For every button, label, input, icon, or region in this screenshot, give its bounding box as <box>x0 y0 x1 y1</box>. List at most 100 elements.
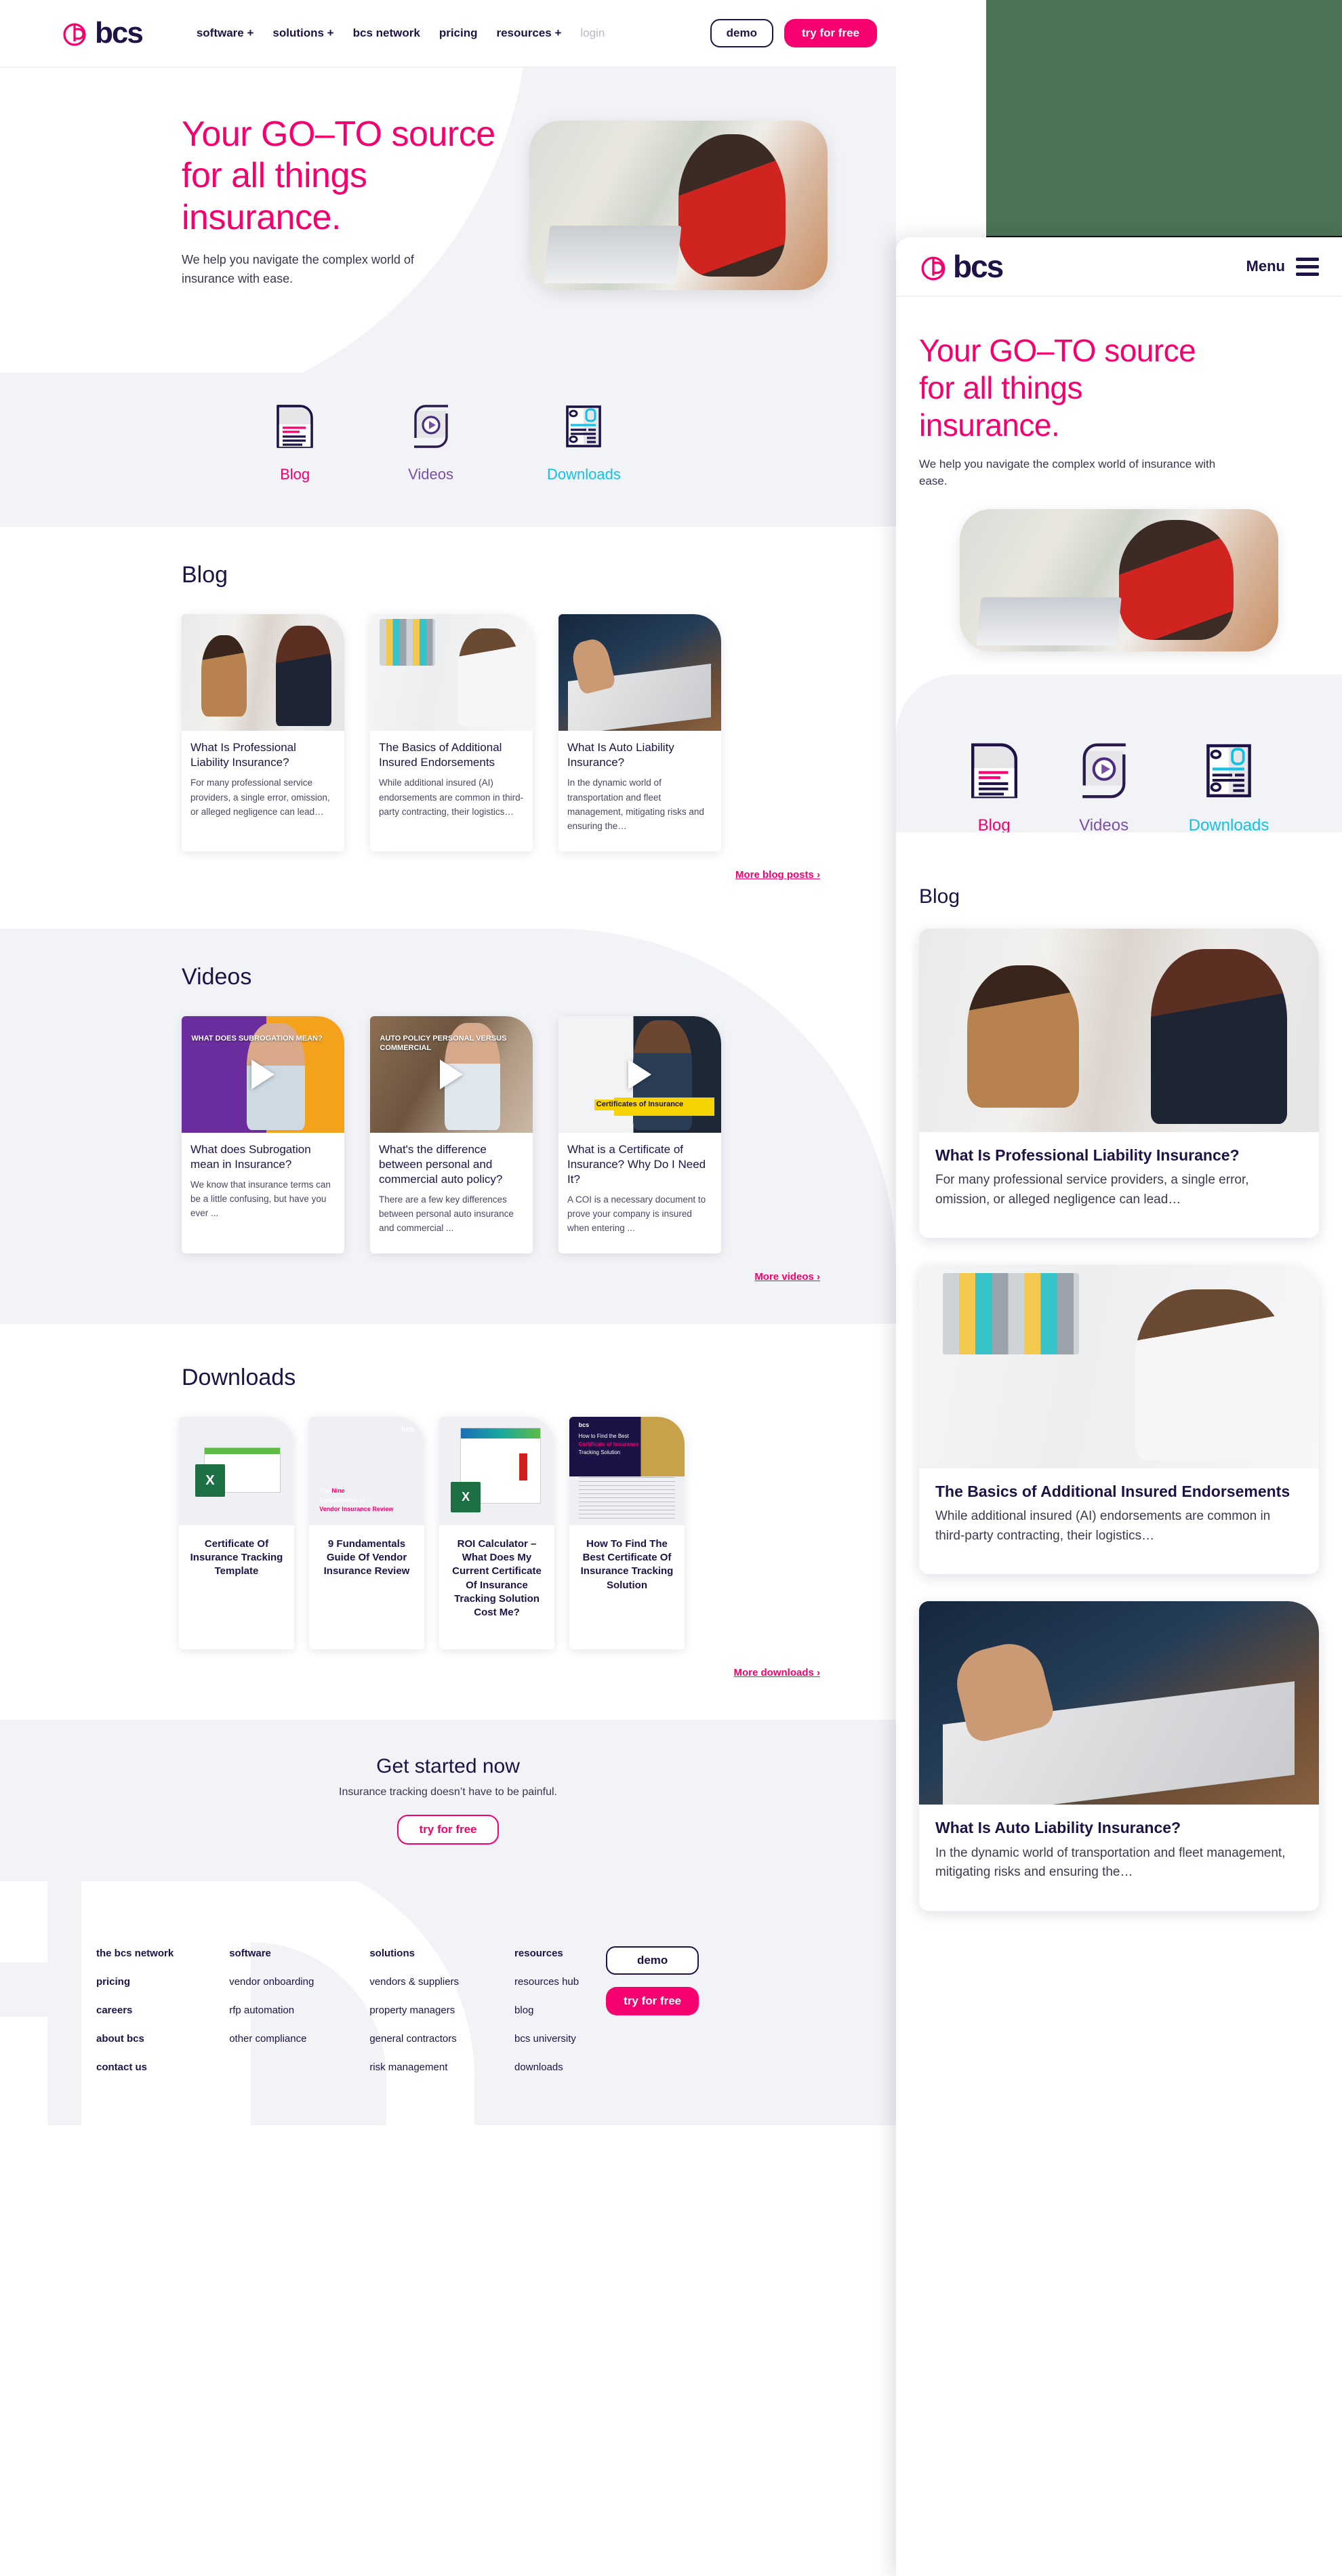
tab-blog[interactable]: Blog <box>275 404 314 483</box>
mobile-menu-button[interactable]: Menu <box>1246 257 1319 276</box>
nav-item-pricing[interactable]: pricing <box>439 26 478 40</box>
video-card[interactable]: AUTO POLICY PERSONAL VERSUS COMMERCIAL W… <box>370 1015 533 1253</box>
tab-downloads[interactable]: Downloads <box>547 404 621 483</box>
footer-link-general-contractors[interactable]: general contractors <box>369 2033 459 2045</box>
footer-link-bcs-university[interactable]: bcs university <box>514 2033 579 2045</box>
more-blog-posts-link[interactable]: More blog posts › <box>735 869 820 881</box>
footer-link-software[interactable]: software <box>229 1948 314 1959</box>
blog-card[interactable]: The Basics of Additional Insured Endorse… <box>370 614 533 851</box>
mobile-hero-section: Your GO–TO source for all things insuran… <box>896 297 1342 651</box>
hero-subtitle: We help you navigate the complex world o… <box>182 253 414 285</box>
cover-line-1: The <box>319 1487 332 1495</box>
more-videos-link[interactable]: More videos › <box>754 1271 820 1283</box>
footer-column-company: the bcs network pricing careers about bc… <box>96 1948 174 2073</box>
mobile-blog-card-title: The Basics of Additional Insured Endorse… <box>935 1483 1290 1500</box>
footer-link-risk-management[interactable]: risk management <box>369 2061 459 2073</box>
try-for-free-button[interactable]: try for free <box>784 19 877 47</box>
mobile-hero-curve <box>896 674 1342 736</box>
video-play-icon <box>411 404 451 452</box>
mobile-hero-title-line-2: for all things <box>919 370 1083 406</box>
footer-link-vendors-suppliers[interactable]: vendors & suppliers <box>369 1976 459 1988</box>
footer-link-rfp-automation[interactable]: rfp automation <box>229 2005 314 2016</box>
mobile-blog-card-image <box>919 928 1319 1132</box>
videos-heading: Videos <box>182 963 252 990</box>
play-icon <box>440 1059 463 1089</box>
blog-document-icon <box>969 742 1019 803</box>
mobile-menu-label: Menu <box>1246 258 1285 275</box>
footer-link-property-managers[interactable]: property managers <box>369 2005 459 2016</box>
footer-link-resources-hub[interactable]: resources hub <box>514 1976 579 1988</box>
video-card[interactable]: Certificates of Insurance What is a Cert… <box>558 1015 721 1253</box>
download-card-cover: X <box>439 1416 554 1525</box>
download-card[interactable]: X ROI Calculator – What Does My Current … <box>439 1416 554 1650</box>
downloads-page-icon <box>1204 742 1254 803</box>
more-downloads-link[interactable]: More downloads › <box>734 1667 821 1678</box>
cover-logo: bcs <box>401 1425 414 1434</box>
play-icon <box>251 1059 274 1089</box>
footer-link-about-bcs[interactable]: about bcs <box>96 2033 174 2045</box>
mobile-bcs-logo[interactable]: bcs <box>919 249 1004 284</box>
tab-videos[interactable]: Videos <box>408 404 453 483</box>
primary-nav: software + solutions + bcs network prici… <box>197 26 605 40</box>
mobile-blog-card-excerpt: While additional insured (AI) endorsemen… <box>935 1509 1271 1543</box>
get-started-subtitle: Insurance tracking doesn’t have to be pa… <box>339 1786 557 1798</box>
cover-line-4: Vendor Insurance Review <box>319 1506 394 1513</box>
footer-column-software: software vendor onboarding rfp automatio… <box>229 1948 314 2073</box>
footer-link-the-bcs-network[interactable]: the bcs network <box>96 1948 174 1959</box>
video-card[interactable]: WHAT DOES SUBROGATION MEAN? What does Su… <box>182 1015 344 1253</box>
download-card-title: ROI Calculator – What Does My Current Ce… <box>452 1537 542 1619</box>
blog-card-excerpt: While additional insured (AI) endorsemen… <box>379 778 524 817</box>
get-started-try-for-free-button[interactable]: try for free <box>397 1815 499 1845</box>
blog-card-title: The Basics of Additional Insured Endorse… <box>379 741 502 769</box>
mobile-tab-blog[interactable]: Blog <box>969 742 1019 835</box>
nav-item-resources[interactable]: resources + <box>496 26 561 40</box>
blog-card-image <box>370 614 533 731</box>
footer-link-vendor-onboarding[interactable]: vendor onboarding <box>229 1976 314 1988</box>
download-card-cover: bcs How to Find the Best Certificate of … <box>569 1416 685 1525</box>
downloads-card-list: X Certificate Of Insurance Tracking Temp… <box>0 1416 896 1650</box>
nav-item-login[interactable]: login <box>580 26 605 40</box>
nav-item-solutions[interactable]: solutions + <box>272 26 333 40</box>
mobile-blog-card[interactable]: What Is Professional Liability Insurance… <box>919 928 1319 1238</box>
blog-card-list: What Is Professional Liability Insurance… <box>0 614 896 851</box>
mobile-hero-title: Your GO–TO source for all things insuran… <box>919 332 1319 445</box>
footer-link-contact-us[interactable]: contact us <box>96 2061 174 2073</box>
mobile-blog-card[interactable]: The Basics of Additional Insured Endorse… <box>919 1265 1319 1575</box>
footer-try-for-free-button[interactable]: try for free <box>606 1987 699 2016</box>
desktop-page: bcs software + solutions + bcs network p… <box>0 0 896 2576</box>
download-card[interactable]: bcs How to Find the Best Certificate of … <box>569 1416 685 1650</box>
footer-link-solutions[interactable]: solutions <box>369 1948 459 1959</box>
mobile-tab-downloads[interactable]: Downloads <box>1189 742 1269 835</box>
footer-demo-button[interactable]: demo <box>606 1946 699 1975</box>
blog-card-title: What Is Professional Liability Insurance… <box>190 741 296 769</box>
footer-link-downloads[interactable]: downloads <box>514 2061 579 2073</box>
footer-link-other-compliance[interactable]: other compliance <box>229 2033 314 2045</box>
blog-card-image <box>558 614 721 731</box>
mobile-blog-card-image <box>919 1265 1319 1468</box>
site-header: bcs software + solutions + bcs network p… <box>0 0 896 68</box>
footer-link-pricing[interactable]: pricing <box>96 1976 174 1988</box>
cover-line-3: Fundamentals of <box>319 1496 365 1504</box>
hero-title-line-1: Your GO–TO source <box>182 115 495 154</box>
footer-link-resources[interactable]: resources <box>514 1948 579 1959</box>
blog-card[interactable]: What Is Professional Liability Insurance… <box>182 614 344 851</box>
downloads-heading: Downloads <box>182 1364 296 1390</box>
content-type-tabs: Blog Videos Downloads <box>0 373 896 527</box>
mobile-bcs-logo-text: bcs <box>953 249 1004 284</box>
mobile-tab-videos[interactable]: Videos <box>1079 742 1129 835</box>
download-card-title: 9 Fundamentals Guide Of Vendor Insurance… <box>323 1537 410 1577</box>
nav-item-bcs-network[interactable]: bcs network <box>353 26 420 40</box>
footer-link-careers[interactable]: careers <box>96 2005 174 2016</box>
blog-card-excerpt: In the dynamic world of transportation a… <box>567 778 704 832</box>
download-card[interactable]: bcs The Nine Fundamentals of Vendor Insu… <box>309 1416 424 1650</box>
nav-item-software[interactable]: software + <box>197 26 254 40</box>
video-card-title: What is a Certificate of Insurance? Why … <box>567 1142 706 1186</box>
demo-button[interactable]: demo <box>710 19 773 47</box>
download-card[interactable]: X Certificate Of Insurance Tracking Temp… <box>179 1416 294 1650</box>
bcs-logo[interactable]: bcs <box>61 18 144 48</box>
footer-link-blog[interactable]: blog <box>514 2005 579 2016</box>
mobile-blog-card[interactable]: What Is Auto Liability Insurance? In the… <box>919 1601 1319 1911</box>
green-overlay-block <box>986 0 1342 239</box>
hero-title-line-2: for all things <box>182 156 367 196</box>
blog-card[interactable]: What Is Auto Liability Insurance? In the… <box>558 614 721 851</box>
